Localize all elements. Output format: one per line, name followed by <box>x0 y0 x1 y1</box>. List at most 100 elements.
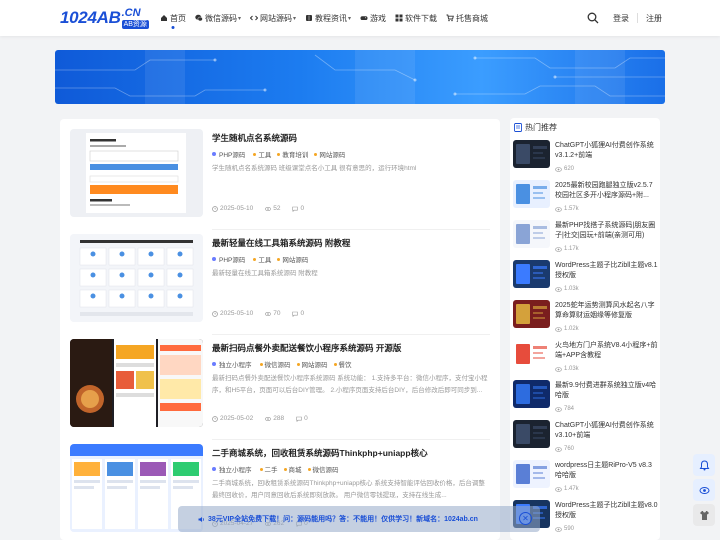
sidebar-item[interactable]: 2025蛇年运势测算风水起名八字算命算财运姻缘等修复版 1.02k <box>513 300 658 338</box>
hero-banner[interactable] <box>55 50 665 104</box>
sidebar-item-title[interactable]: 最新9.9付费进群系统独立版v4哈哈版 <box>555 381 658 401</box>
search-icon[interactable] <box>587 12 599 24</box>
sidebar-item[interactable]: 最新PHP找搭子系统源码|朋友圈子|社交|园玩+前端(亲测可用) 1.17k <box>513 220 658 258</box>
sidebar-thumbnail[interactable] <box>513 300 550 328</box>
sidebar-thumbnail[interactable] <box>513 260 550 288</box>
speaker-icon <box>198 516 205 523</box>
post-tag[interactable]: 网站源码 <box>314 149 345 159</box>
book-icon <box>305 14 313 22</box>
sidebar-thumbnail[interactable] <box>513 220 550 248</box>
post-tag[interactable]: 微信源码 <box>259 359 291 369</box>
sidebar-item[interactable]: 2025最新校园跑腿独立版v2.5.7校园社区多开小程序源码+附... 1.57k <box>513 180 658 218</box>
service-button[interactable] <box>693 454 715 476</box>
sidebar-item-title[interactable]: wordpress日主题RiPro-V5 v8.3哈哈版 <box>555 461 658 481</box>
sidebar-item[interactable]: 火鸟地方门户系统V8.4小程序+前端+APP含教程 1.03k <box>513 340 658 378</box>
post-category[interactable]: 独立小程序 <box>212 359 252 369</box>
post-category[interactable]: PHP源码 <box>212 254 245 264</box>
register-link[interactable]: 注册 <box>646 13 662 24</box>
post-views: 288 <box>273 415 285 422</box>
views-count: 784 <box>564 406 575 412</box>
sidebar-thumbnail[interactable] <box>513 140 550 168</box>
tag-label: 微信源码 <box>312 467 339 474</box>
post-tag[interactable]: 二手 <box>259 464 278 474</box>
post-category[interactable]: 独立小程序 <box>212 464 252 474</box>
post-tag[interactable]: 网站源码 <box>277 254 308 264</box>
nav-item-5[interactable]: 软件下载 <box>395 0 437 36</box>
notice-bar: 38元VIP全站免费下载！问：源码能用吗？答：不能用！仅供学习！新域名：1024… <box>178 506 540 532</box>
close-icon[interactable]: ✕ <box>519 512 532 525</box>
post-thumbnail[interactable] <box>70 339 203 427</box>
sidebar-item-title[interactable]: ChatGPT小狐狸AI付费创作系统v3.1.2+前端 <box>555 141 658 161</box>
category-label: 独立小程序 <box>219 467 252 474</box>
post-tag[interactable]: 餐饮 <box>333 359 352 369</box>
sidebar-item-title[interactable]: 火鸟地方门户系统V8.4小程序+前端+APP含教程 <box>555 341 658 361</box>
tag-dot <box>253 152 257 156</box>
post-title[interactable]: 二手商城系统，回收租赁系统源码Thinkphp+uniapp核心 <box>212 447 428 459</box>
sidebar-item-title[interactable]: 2025蛇年运势测算风水起名八字算命算财运姻缘等修复版 <box>555 301 658 321</box>
qrcode-button[interactable] <box>693 504 715 526</box>
post-divider <box>212 229 490 230</box>
shirt-icon <box>699 510 709 520</box>
sidebar-thumbnail[interactable] <box>513 380 550 408</box>
main-nav: 首页 微信源码 ▾ 网站源码 ▾ 教程资讯 ▾ 游戏 软件下载 托售商城 <box>160 0 497 36</box>
eye-icon <box>555 366 562 372</box>
sidebar-item[interactable]: wordpress日主题RiPro-V5 v8.3哈哈版 1.47k <box>513 460 658 498</box>
sidebar-thumbnail[interactable] <box>513 340 550 368</box>
category-label: PHP源码 <box>219 152 246 159</box>
nav-item-6[interactable]: 托售商城 <box>446 0 488 36</box>
eye-icon <box>265 206 272 212</box>
sidebar-thumbnail[interactable] <box>513 420 550 448</box>
sidebar-item-title[interactable]: WordPress主题子比Zibll主题v8.0授权版 <box>555 501 658 521</box>
site-logo[interactable]: 1024AB .CN AB资源 <box>60 6 149 30</box>
post-tag[interactable]: 教育培训 <box>277 149 308 159</box>
post-title[interactable]: 学生随机点名系统源码 <box>212 132 297 144</box>
divider <box>637 13 638 23</box>
views-count: 620 <box>564 166 575 172</box>
post-title[interactable]: 最新轻量在线工具箱系统源码 附教程 <box>212 237 350 249</box>
post-divider <box>212 334 490 335</box>
nav-item-2[interactable]: 网站源码 ▾ <box>250 0 296 36</box>
views-count: 590 <box>564 526 575 532</box>
post-tag[interactable]: 工具 <box>253 149 271 159</box>
post-item[interactable]: 最新扫码点餐外卖配送餐饮小程序系统源码 开源版 独立小程序 微信源码 网站源码 餐饮 最新… <box>70 339 490 434</box>
bell-icon <box>699 459 709 470</box>
post-title[interactable]: 最新扫码点餐外卖配送餐饮小程序系统源码 开源版 <box>212 342 401 354</box>
post-item[interactable]: 最新轻量在线工具箱系统源码 附教程 PHP源码 工具 网站源码 最新轻量在线工具箱系统源… <box>70 234 490 329</box>
sidebar-item[interactable]: 最新9.9付费进群系统独立版v4哈哈版 784 <box>513 380 658 418</box>
sidebar-item[interactable]: ChatGPT小狐狸AI付费创作系统v3.1.2+前端 620 <box>513 140 658 178</box>
login-link[interactable]: 登录 <box>613 13 629 24</box>
post-excerpt: 二手商城系统，回收租赁系统源码Thinkphp+uniapp核心 系统支持智能评… <box>212 480 485 499</box>
sidebar-item[interactable]: ChatGPT小狐狸AI付费创作系统v3.10+前端 760 <box>513 420 658 458</box>
sidebar-item-title[interactable]: 2025最新校园跑腿独立版v2.5.7校园社区多开小程序源码+附... <box>555 181 658 201</box>
post-item[interactable]: 学生随机点名系统源码 PHP源码 工具 教育培训 网站源码 学生随机点名系统源码 班级课堂… <box>70 129 490 224</box>
sidebar-thumbnail[interactable] <box>513 460 550 488</box>
post-tag[interactable]: 商城 <box>283 464 302 474</box>
post-thumbnail[interactable] <box>70 129 203 217</box>
clock-icon <box>212 310 218 317</box>
nav-item-0[interactable]: 首页 <box>160 0 186 36</box>
sidebar-item-views: 620 <box>555 166 574 172</box>
post-tag[interactable]: 网站源码 <box>296 359 328 369</box>
sidebar-item-views: 1.17k <box>555 246 579 252</box>
post-tag[interactable]: 微信源码 <box>307 464 339 474</box>
sidebar-thumbnail[interactable] <box>513 180 550 208</box>
logo-domain: .CN <box>121 6 141 19</box>
sidebar-item-title[interactable]: WordPress主题子比Zibll主题v8.1授权版 <box>555 261 658 281</box>
sidebar-title: 热门推荐 <box>525 123 557 132</box>
post-category[interactable]: PHP源码 <box>212 149 245 159</box>
sidebar-item-title[interactable]: ChatGPT小狐狸AI付费创作系统v3.10+前端 <box>555 421 658 441</box>
sidebar-item[interactable]: WordPress主题子比Zibll主题v8.1授权版 1.03k <box>513 260 658 298</box>
theme-button[interactable] <box>693 479 715 501</box>
post-footer: 2025-05-10 70 0 <box>212 310 316 317</box>
nav-item-3[interactable]: 教程资讯 ▾ <box>305 0 351 36</box>
sidebar-item-title[interactable]: 最新PHP找搭子系统源码|朋友圈子|社交|园玩+前端(亲测可用) <box>555 221 658 241</box>
post-thumbnail[interactable] <box>70 234 203 322</box>
post-tag[interactable]: 工具 <box>253 254 271 264</box>
nav-item-4[interactable]: 游戏 <box>360 0 386 36</box>
eye-icon <box>265 416 272 422</box>
tag-label: 微信源码 <box>264 362 291 369</box>
eye-icon <box>555 206 562 212</box>
post-date: 2025-05-02 <box>220 415 254 422</box>
nav-item-1[interactable]: 微信源码 ▾ <box>195 0 241 36</box>
eye-icon <box>699 486 709 494</box>
